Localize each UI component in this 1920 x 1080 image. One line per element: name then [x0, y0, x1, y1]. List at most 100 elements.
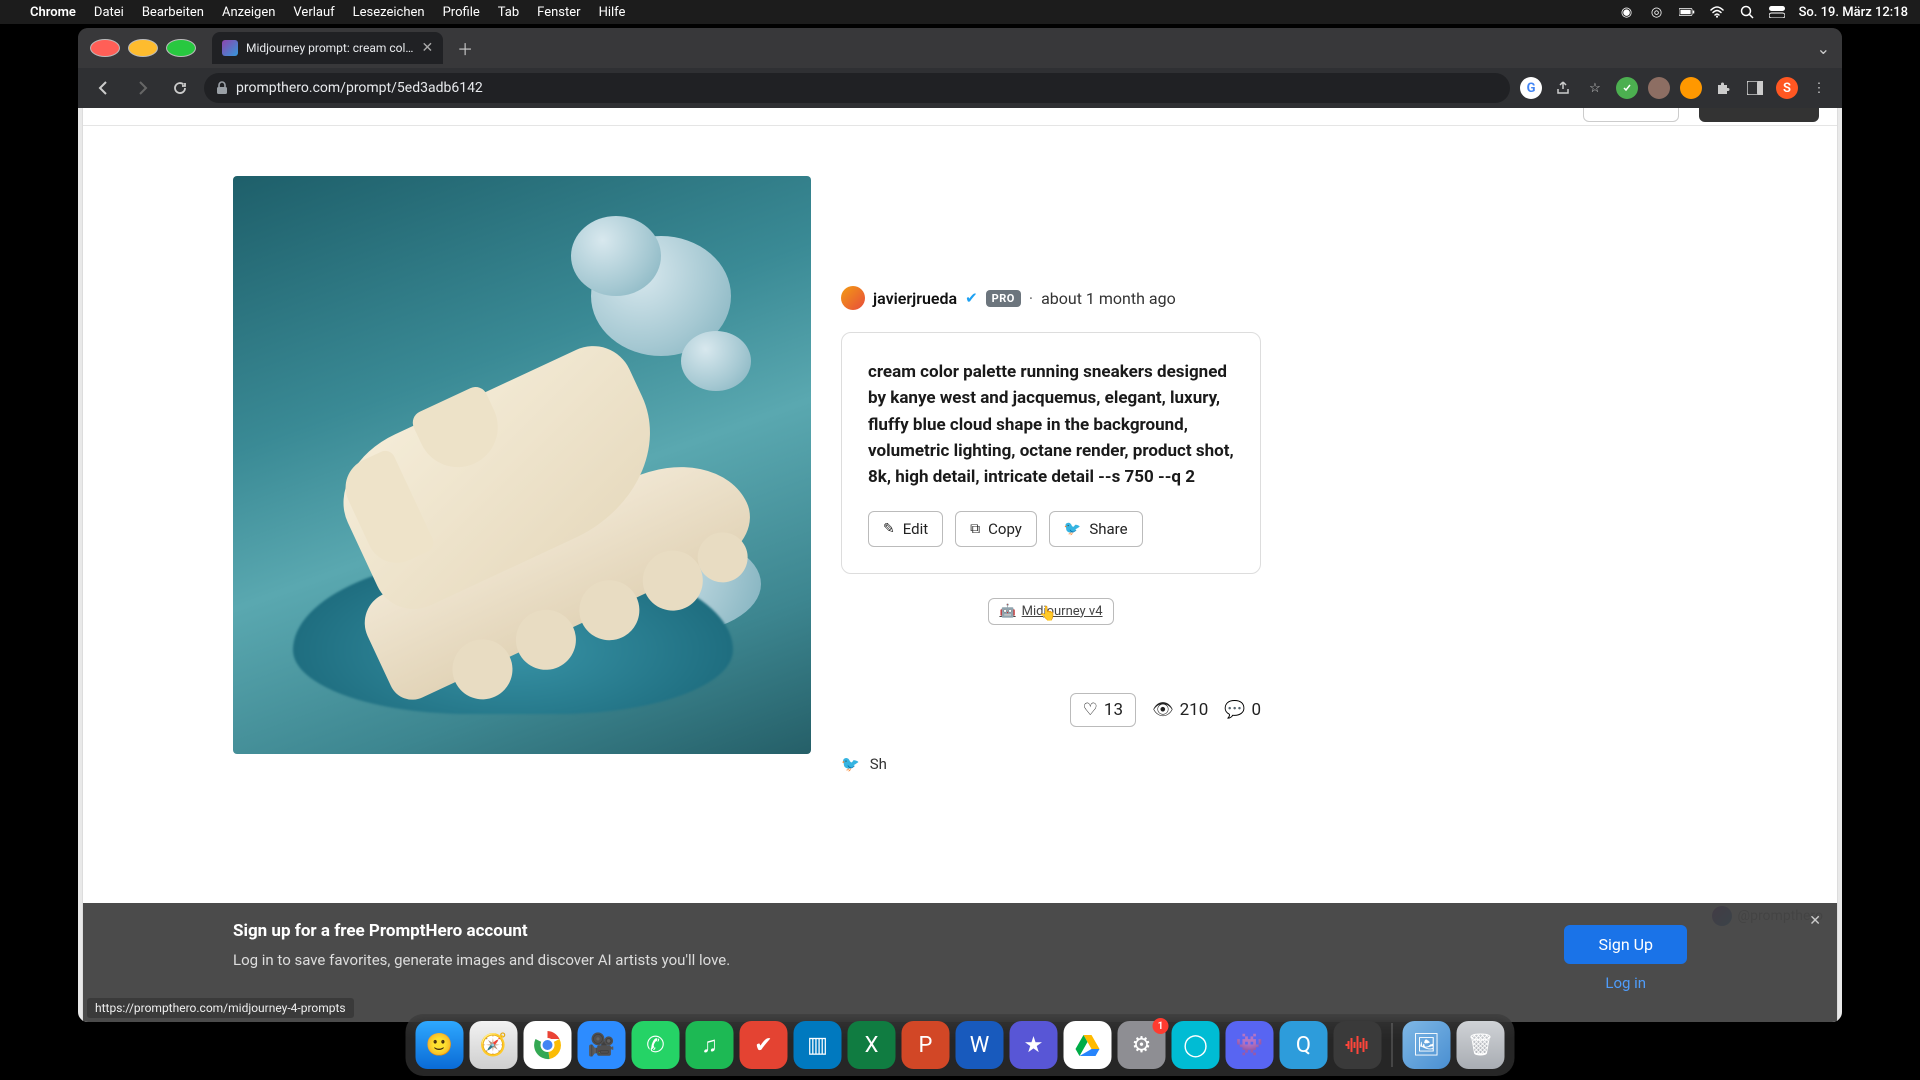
address-bar[interactable]: prompthero.com/prompt/5ed3adb6142 [204, 73, 1510, 103]
wifi-icon[interactable] [1709, 4, 1725, 20]
browser-tab[interactable]: Midjourney prompt: cream col… ✕ [212, 32, 443, 64]
edit-button[interactable]: ✎ Edit [868, 511, 943, 547]
menubar-item[interactable]: Datei [94, 5, 124, 20]
dock-preview-icon[interactable]: 🖼 [1403, 1021, 1451, 1069]
extension-icon[interactable] [1680, 77, 1702, 99]
dock-safari-icon[interactable]: 🧭 [470, 1021, 518, 1069]
chrome-menu-icon[interactable]: ⋮ [1808, 77, 1830, 99]
screen-record-icon[interactable]: ◎ [1649, 4, 1665, 20]
views-count: 210 [1180, 700, 1209, 720]
browser-toolbar: prompthero.com/prompt/5ed3adb6142 G ☆ S … [78, 68, 1842, 108]
window-minimize-button[interactable] [128, 39, 158, 57]
avatar-letter: S [1783, 81, 1791, 96]
author-name-link[interactable]: javierjrueda [873, 289, 957, 308]
window-close-button[interactable] [90, 39, 120, 57]
dock-drive-icon[interactable] [1064, 1021, 1112, 1069]
comment-icon: 💬 [1224, 700, 1245, 720]
macos-menubar: Chrome Datei Bearbeiten Anzeigen Verlauf… [0, 0, 1920, 24]
share-row-label[interactable]: Sh [870, 755, 887, 773]
back-button[interactable] [90, 74, 118, 102]
control-center-icon[interactable] [1769, 4, 1785, 20]
generated-image[interactable] [233, 176, 811, 754]
tabs-overflow-icon[interactable]: ⌄ [1817, 39, 1830, 58]
cursor-pointer-icon: 👆 [1039, 606, 1056, 622]
dock-powerpoint-icon[interactable]: P [902, 1021, 950, 1069]
adblock-shield-icon[interactable] [1616, 77, 1638, 99]
author-row: javierjrueda ✔ PRO · about 1 month ago [841, 286, 1261, 310]
copy-button[interactable]: ⧉ Copy [955, 511, 1037, 547]
dock-quicktime-icon[interactable]: Q [1280, 1021, 1328, 1069]
copy-icon: ⧉ [970, 521, 980, 537]
time-ago: about 1 month ago [1041, 289, 1176, 308]
dock-spotify-icon[interactable]: ♫ [686, 1021, 734, 1069]
comments-stat[interactable]: 💬 0 [1224, 700, 1261, 720]
extension-icon[interactable] [1648, 77, 1670, 99]
url-text: prompthero.com/prompt/5ed3adb6142 [236, 80, 483, 96]
share-button[interactable]: 🐦 Share [1049, 511, 1143, 547]
dock-finder-icon[interactable]: 🙂 [416, 1021, 464, 1069]
macos-dock: 🙂 🧭 🎥 ✆ ♫ ✔ ▥ X P W ★ ⚙1 ◯ 👾 Q 🖼 🗑 [406, 1014, 1515, 1076]
record-icon[interactable]: ◉ [1619, 4, 1635, 20]
menubar-app-name[interactable]: Chrome [30, 5, 76, 20]
like-button[interactable]: ♡ 13 [1070, 693, 1136, 727]
dock-excel-icon[interactable]: X [848, 1021, 896, 1069]
dock-word-icon[interactable]: W [956, 1021, 1004, 1069]
robot-icon: 🤖 [999, 604, 1015, 619]
cloud-shape-icon [571, 216, 661, 296]
dock-whatsapp-icon[interactable]: ✆ [632, 1021, 680, 1069]
header-button-outline[interactable] [1583, 108, 1679, 122]
header-button-dark[interactable] [1699, 108, 1819, 122]
menubar-item[interactable]: Tab [498, 5, 519, 20]
separator-dot: · [1029, 289, 1033, 308]
menubar-item[interactable]: Bearbeiten [142, 5, 204, 20]
login-link[interactable]: Log in [1605, 974, 1646, 992]
dock-trello-icon[interactable]: ▥ [794, 1021, 842, 1069]
tab-close-icon[interactable]: ✕ [421, 40, 433, 56]
dock-voicememos-icon[interactable] [1334, 1021, 1382, 1069]
window-maximize-button[interactable] [166, 39, 196, 57]
verified-icon: ✔ [965, 289, 978, 307]
menubar-datetime[interactable]: So. 19. März 12:18 [1799, 5, 1908, 20]
dock-imovie-icon[interactable]: ★ [1010, 1021, 1058, 1069]
page-viewport: javierjrueda ✔ PRO · about 1 month ago c… [78, 108, 1842, 1022]
new-tab-button[interactable]: ＋ [451, 34, 479, 62]
menubar-item[interactable]: Verlauf [293, 5, 334, 20]
dock-discord-icon[interactable]: 👾 [1226, 1021, 1274, 1069]
menubar-item[interactable]: Lesezeichen [353, 5, 425, 20]
google-translate-icon[interactable]: G [1520, 77, 1542, 99]
search-icon[interactable] [1739, 4, 1755, 20]
edit-label: Edit [903, 520, 928, 538]
dock-app-icon[interactable]: ◯ [1172, 1021, 1220, 1069]
twitter-icon[interactable]: 🐦 [841, 755, 860, 773]
banner-close-icon[interactable]: ✕ [1809, 913, 1821, 929]
window-controls [90, 39, 196, 57]
share-label: Share [1089, 520, 1127, 538]
banner-title: Sign up for a free PromptHero account [233, 921, 730, 941]
dock-zoom-icon[interactable]: 🎥 [578, 1021, 626, 1069]
extensions-puzzle-icon[interactable] [1712, 77, 1734, 99]
menubar-item[interactable]: Fenster [537, 5, 580, 20]
forward-button[interactable] [128, 74, 156, 102]
tab-bar: Midjourney prompt: cream col… ✕ ＋ ⌄ [78, 28, 1842, 68]
profile-avatar[interactable]: S [1776, 77, 1798, 99]
bookmark-star-icon[interactable]: ☆ [1584, 77, 1606, 99]
menubar-item[interactable]: Profile [443, 5, 480, 20]
reload-button[interactable] [166, 74, 194, 102]
dock-trash-icon[interactable]: 🗑 [1457, 1021, 1505, 1069]
menubar-item[interactable]: Hilfe [599, 5, 626, 20]
model-label: Midjourney v4 [1022, 604, 1103, 619]
dock-chrome-icon[interactable] [524, 1021, 572, 1069]
battery-icon[interactable] [1679, 4, 1695, 20]
tab-favicon-icon [222, 40, 238, 56]
dock-todoist-icon[interactable]: ✔ [740, 1021, 788, 1069]
menubar-item[interactable]: Anzeigen [222, 5, 275, 20]
prompt-meta-column: javierjrueda ✔ PRO · about 1 month ago c… [841, 176, 1261, 773]
dock-settings-icon[interactable]: ⚙1 [1118, 1021, 1166, 1069]
sidepanel-icon[interactable] [1744, 77, 1766, 99]
status-bar-url: https://prompthero.com/midjourney-4-prom… [87, 998, 354, 1018]
like-count: 13 [1104, 700, 1123, 720]
author-avatar[interactable] [841, 286, 865, 310]
signup-button[interactable]: Sign Up [1564, 925, 1687, 964]
share-page-icon[interactable] [1552, 77, 1574, 99]
chrome-window: Midjourney prompt: cream col… ✕ ＋ ⌄ prom… [78, 28, 1842, 1022]
